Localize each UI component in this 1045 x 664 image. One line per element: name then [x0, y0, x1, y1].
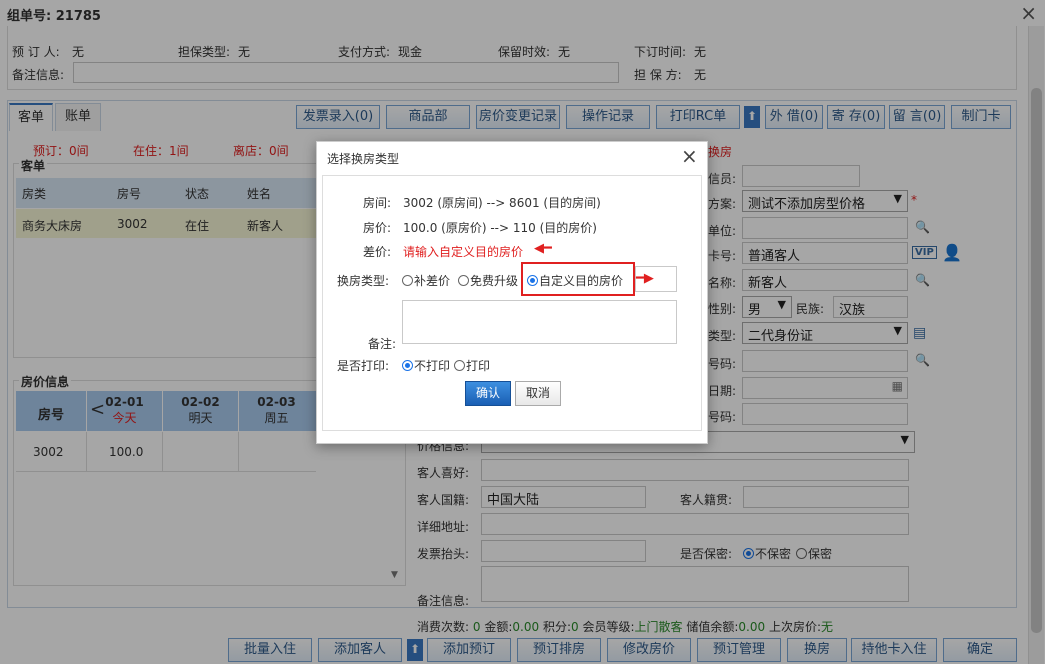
dialog-price-text: 100.0 (原房价) --> 110 (目的房价): [403, 221, 597, 235]
arrow-left-icon: ◀━: [534, 241, 552, 256]
dialog-remark-textarea[interactable]: [402, 300, 677, 344]
dialog-type-label: 换房类型:: [337, 274, 390, 288]
type-option-custom-price[interactable]: 自定义目的房价: [527, 272, 623, 289]
change-room-type-dialog: 选择换房类型 × 房间: 3002 (原房间) --> 8601 (目的房间) …: [316, 141, 708, 444]
dialog-cancel-button[interactable]: 取消: [515, 381, 561, 406]
radio-off-icon[interactable]: [454, 360, 465, 371]
print-option-no[interactable]: 不打印: [402, 357, 450, 374]
print-option-yes[interactable]: 打印: [454, 357, 490, 374]
close-icon[interactable]: ×: [681, 144, 698, 168]
type-option-pay-diff[interactable]: 补差价: [402, 272, 450, 289]
dialog-title: 选择换房类型: [327, 152, 400, 166]
dialog-room-label: 房间:: [363, 196, 392, 210]
radio-off-icon[interactable]: [458, 275, 469, 286]
dialog-confirm-button[interactable]: 确认: [465, 381, 511, 406]
dialog-diff-text: 请输入自定义目的房价: [403, 245, 524, 259]
print-option-no-label: 不打印: [414, 359, 451, 373]
dialog-diff-label: 差价:: [363, 245, 392, 259]
type-option-pay-diff-label: 补差价: [414, 274, 451, 288]
arrow-right-icon: ━▶: [636, 271, 654, 286]
type-option-free-upgrade[interactable]: 免费升级: [458, 272, 518, 289]
dialog-price-label: 房价:: [363, 221, 392, 235]
radio-on-icon[interactable]: [527, 275, 538, 286]
radio-on-icon[interactable]: [402, 360, 413, 371]
dialog-remark-label: 备注:: [368, 337, 397, 351]
print-option-yes-label: 打印: [466, 359, 491, 373]
dialog-room-text: 3002 (原房间) --> 8601 (目的房间): [403, 196, 601, 210]
radio-off-icon[interactable]: [402, 275, 413, 286]
type-option-custom-price-label: 自定义目的房价: [539, 274, 624, 288]
dialog-print-label: 是否打印:: [337, 359, 390, 373]
type-option-free-upgrade-label: 免费升级: [470, 274, 519, 288]
dialog-header: 选择换房类型 ×: [317, 142, 707, 172]
